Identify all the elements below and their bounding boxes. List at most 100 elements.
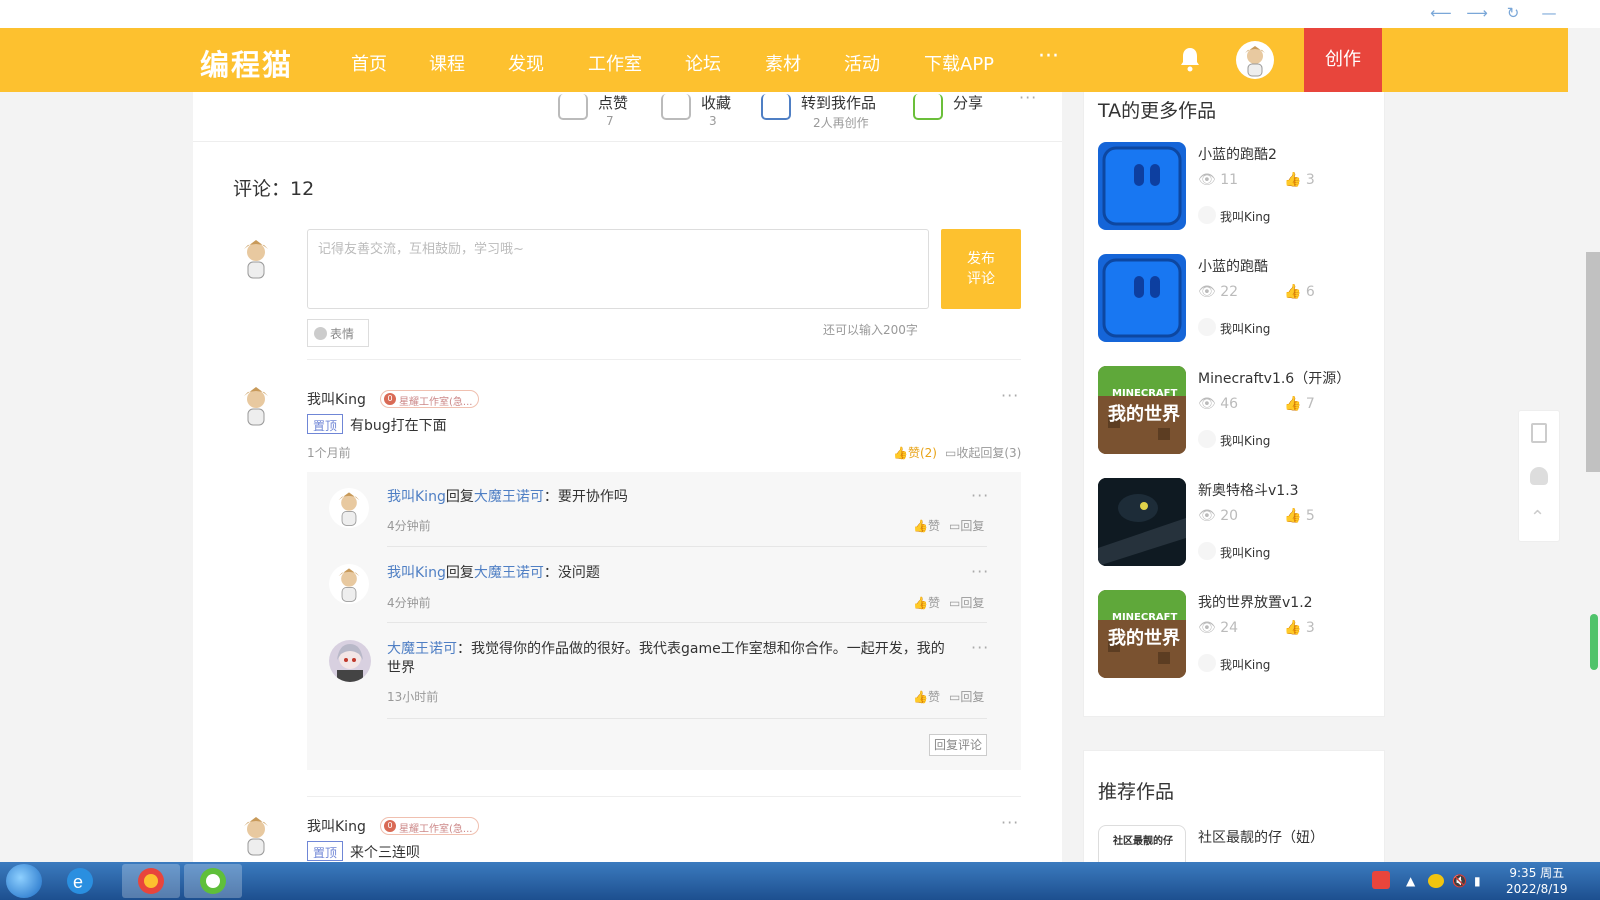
back-icon[interactable]: ⟵ <box>1430 4 1452 22</box>
divider <box>307 359 1021 360</box>
nav-item-materials[interactable]: 素材 <box>765 50 801 76</box>
avatar[interactable] <box>329 488 369 528</box>
work-title[interactable]: 社区最靓的仔（妞） <box>1198 827 1324 847</box>
comment-author[interactable]: 我叫King <box>307 389 366 409</box>
divider <box>387 718 987 719</box>
thumbs-up-icon <box>558 94 588 120</box>
reply-like-button[interactable]: 👍赞 <box>913 594 940 611</box>
reply-reply-button[interactable]: ▭回复 <box>949 594 984 611</box>
recommend-title: 推荐作品 <box>1098 781 1175 803</box>
minecraft-logo-text: MINECRAFT <box>1112 612 1178 623</box>
nav-item-events[interactable]: 活动 <box>844 50 880 76</box>
nav-item-forum[interactable]: 论坛 <box>685 50 721 76</box>
reply-more-icon[interactable]: ··· <box>971 562 989 581</box>
work-title[interactable]: 小蓝的跑酷2 <box>1198 144 1277 164</box>
minecraft-logo-text: MINECRAFT <box>1112 388 1178 399</box>
work-card[interactable]: 社区最靓的仔 社区最靓的仔（妞） <box>1098 825 1378 865</box>
reply-more-icon[interactable]: ··· <box>971 486 989 505</box>
work-card[interactable]: 新奥特格斗v1.3 👁 20 👍 5 我叫King <box>1098 478 1378 568</box>
fold-replies-button[interactable]: ▭收起回复(3) <box>945 444 1021 461</box>
bell-icon[interactable] <box>1178 46 1202 72</box>
work-thumbnail[interactable]: MINECRAFT 我的世界 <box>1098 366 1186 454</box>
nav-item-download-app[interactable]: 下载APP <box>924 50 994 76</box>
minimize-icon[interactable]: — <box>1538 4 1560 22</box>
divider <box>307 796 1021 797</box>
reply-like-button[interactable]: 👍赞 <box>913 517 940 534</box>
forward-icon[interactable]: ⟶ <box>1466 4 1488 22</box>
studio-badge[interactable]: 0 星耀工作室(急... <box>380 390 480 408</box>
avatar[interactable] <box>233 382 279 428</box>
work-title[interactable]: Minecraftv1.6（开源） <box>1198 368 1350 388</box>
reply-text: 我叫King回复大魔王诺可：没问题 <box>387 565 600 581</box>
char-remaining: 还可以输入200字 <box>823 323 918 337</box>
reply-reply-button[interactable]: ▭回复 <box>949 517 984 534</box>
studio-badge[interactable]: 0 星耀工作室(急... <box>380 817 480 835</box>
work-card[interactable]: 小蓝的跑酷 👁 22 👍 6 我叫King <box>1098 254 1378 344</box>
work-author[interactable]: 我叫King <box>1220 320 1270 337</box>
tray-app-icon[interactable] <box>1428 874 1444 888</box>
phone-icon[interactable] <box>1531 423 1547 443</box>
reply-comment-button[interactable]: 回复评论 <box>929 734 987 756</box>
more-icon[interactable]: ··· <box>1019 88 1037 107</box>
pinned-tag: 置顶 <box>307 414 344 434</box>
comment-time: 1个月前 <box>307 446 351 460</box>
reply-time: 4分钟前 <box>387 519 431 533</box>
back-to-top-icon[interactable]: ⌃ <box>1530 507 1545 528</box>
work-thumbnail[interactable]: MINECRAFT 我的世界 <box>1098 590 1186 678</box>
avatar[interactable] <box>329 640 371 682</box>
work-thumbnail[interactable] <box>1098 478 1186 566</box>
work-card[interactable]: MINECRAFT 我的世界 我的世界放置v1.2 👁 24 👍 3 我叫Kin… <box>1098 590 1378 680</box>
comment-more-icon[interactable]: ··· <box>1001 386 1019 405</box>
work-card[interactable]: 小蓝的跑酷2 👁 11 👍 3 我叫King <box>1098 142 1378 232</box>
start-button[interactable] <box>6 864 42 898</box>
site-logo[interactable]: 编程猫 <box>200 42 293 84</box>
work-thumbnail[interactable]: 社区最靓的仔 <box>1098 825 1186 865</box>
work-author[interactable]: 我叫King <box>1220 656 1270 673</box>
comment-author[interactable]: 我叫King <box>307 816 366 836</box>
work-thumbnail[interactable] <box>1098 254 1186 342</box>
user-avatar[interactable] <box>1236 41 1274 79</box>
nav-item-studio[interactable]: 工作室 <box>588 50 642 76</box>
emoji-button[interactable]: 表情 <box>307 319 369 347</box>
reply-text: 大魔王诺可：我觉得你的作品做的很好。我代表game工作室想和你合作。一起开发，我… <box>387 641 945 676</box>
comment-input[interactable]: 记得友善交流，互相鼓励，学习哦~ <box>307 229 929 309</box>
ime-icon[interactable] <box>1372 871 1390 889</box>
tray-expand-icon[interactable]: ▲ <box>1406 874 1415 888</box>
comment-text: 来个三连呗 <box>350 845 420 861</box>
reply-reply-button[interactable]: ▭回复 <box>949 688 984 705</box>
work-thumbnail[interactable] <box>1098 142 1186 230</box>
volume-icon[interactable]: 🔇 <box>1452 874 1467 888</box>
browser-icon[interactable] <box>184 864 242 898</box>
nav-more-icon[interactable]: ··· <box>1038 44 1059 69</box>
work-title[interactable]: 我的世界放置v1.2 <box>1198 592 1313 612</box>
work-author[interactable]: 我叫King <box>1220 544 1270 561</box>
reply-like-button[interactable]: 👍赞 <box>913 688 940 705</box>
avatar <box>233 235 279 281</box>
remix-icon <box>761 94 791 120</box>
work-title[interactable]: 小蓝的跑酷 <box>1198 256 1268 276</box>
publish-comment-button[interactable]: 发布评论 <box>941 229 1021 309</box>
app-icon[interactable] <box>122 864 180 898</box>
comment-more-icon[interactable]: ··· <box>1001 813 1019 832</box>
taskbar-clock[interactable]: 9:35 周五 2022/8/19 <box>1506 865 1568 897</box>
avatar[interactable] <box>329 564 369 604</box>
nav-item-home[interactable]: 首页 <box>351 50 387 76</box>
like-count: 👍 3 <box>1284 620 1315 636</box>
nav-item-courses[interactable]: 课程 <box>429 50 465 76</box>
refresh-icon[interactable]: ↻ <box>1502 4 1524 22</box>
scrollbar-thumb[interactable] <box>1586 252 1600 472</box>
nav-item-discover[interactable]: 发现 <box>508 50 544 76</box>
work-author[interactable]: 我叫King <box>1220 208 1270 225</box>
work-card[interactable]: MINECRAFT 我的世界 Minecraftv1.6（开源） 👁 46 👍 … <box>1098 366 1378 456</box>
work-author[interactable]: 我叫King <box>1220 432 1270 449</box>
network-icon[interactable]: ▮ <box>1474 874 1481 888</box>
work-title[interactable]: 新奥特格斗v1.3 <box>1198 480 1299 500</box>
like-button[interactable]: 👍赞(2) <box>893 444 937 461</box>
view-count: 👁 24 <box>1198 620 1239 636</box>
ie-icon[interactable]: e <box>60 864 100 898</box>
create-button[interactable]: 创作 <box>1304 28 1382 92</box>
avatar[interactable] <box>233 812 279 858</box>
recommend-panel: 推荐作品 社区最靓的仔 社区最靓的仔（妞） <box>1083 750 1385 870</box>
reply-more-icon[interactable]: ··· <box>971 638 989 657</box>
notification-icon[interactable] <box>1530 467 1548 485</box>
